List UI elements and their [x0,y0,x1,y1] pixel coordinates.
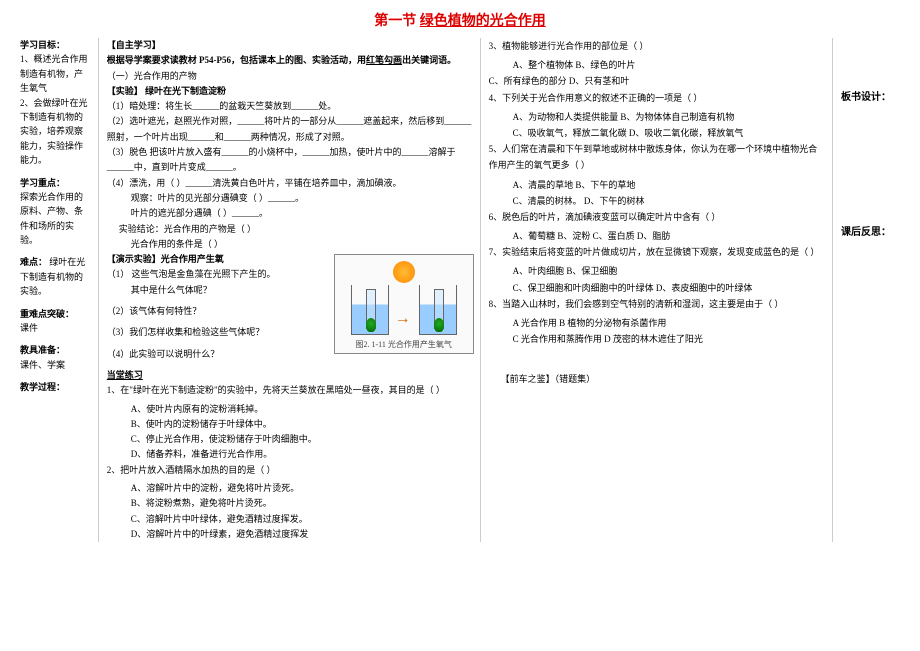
aquatic-plant-left [366,318,376,332]
q8-options-cd: C 光合作用和蒸腾作用 D 茂密的林木遮住了阳光 [489,331,826,347]
teacher-notes: 板书设计： 课后反思： [841,38,900,542]
question-4: 4、下列关于光合作用意义的叙述不正确的一项是（ ） [489,90,826,106]
p1-option-b: B、使叶内的淀粉储存于叶绿体中。 [131,417,474,432]
question-6: 6、脱色后的叶片，滴加碘液变蓝可以确定叶片中含有（ ） [489,209,826,225]
title-main: 绿色植物的光合作用 [420,14,546,29]
p1-option-a: A、使叶片内原有的淀粉消耗掉。 [131,402,474,417]
step-4c: 叶片的遮光部分遇碘（ ）______。 [107,206,474,221]
practice-q2: 2、把叶片放入酒精隔水加热的目的是（ ） [107,463,474,478]
beaker-left [351,285,389,335]
step-4b: 观察：叶片的见光部分遇碘变（ ）______。 [107,191,474,206]
sidebar-objectives: 学习目标： 1、概述光合作用制造有机物，产生氧气 2、会做绿叶在光下制造有机物的… [20,38,99,542]
p2-option-b: B、将淀粉煮熟，避免将叶片烫死。 [131,496,474,511]
q3-options-cd: C、所有绿色的部分 D、只有茎和叶 [489,73,826,89]
step-4a: （4）漂洗，用（ ）______清洗黄白色叶片，平铺在培养皿中，滴加碘液。 [107,176,474,191]
main-content: 【自主学习】 根据导学案要求读教材 P54-P56，包括课本上的图、实验活动，用… [107,38,481,542]
p1-option-d: D、储备养料，准备进行光合作用。 [131,447,474,462]
q5-options-cd: C、清晨的树林。 D、下午的树林 [489,193,826,209]
q7-options-ab: A、叶肉细胞 B、保卫细胞 [489,263,826,279]
step-2: （2）选叶遮光，赵照光作对照，______将叶片的一部分从______遮盖起来，… [107,114,474,145]
conclusion-b: 光合作用的条件是（ ） [107,237,474,252]
objective-1: 1、概述光合作用制造有机物，产生氧气 [20,52,92,95]
aquatic-plant-right [434,318,444,332]
breakthrough-heading: 重难点突破： [20,307,92,321]
arrow-icon: → [395,305,411,332]
question-5: 5、人们常在清晨和下午到草地或树林中散炼身体，你认为在哪一个环境中植物光合作用产… [489,141,826,173]
breakthrough-text: 课件 [20,321,92,335]
p1-option-c: C、停止光合作用，使淀粉储存于叶肉细胞中。 [131,432,474,447]
prep-heading: 教具准备： [20,343,92,357]
sun-icon [393,261,415,283]
reflection-heading: 课后反思： [841,223,900,238]
process-heading: 教学过程： [20,380,92,394]
step-1: （1）暗处理：将生长______的盆栽天竺葵放到______处。 [107,99,474,114]
question-8: 8、当踏入山林时，我们会感到空气特别的清新和湿润，这主要是由于（ ） [489,296,826,312]
question-3: 3、植物能够进行光合作用的部位是（ ） [489,38,826,54]
difficulty-heading: 难点： [20,257,47,267]
content-columns: 学习目标： 1、概述光合作用制造有机物，产生氧气 2、会做绿叶在光下制造有机物的… [20,38,900,542]
practice-heading: 当堂练习 [107,368,474,383]
q6-options: A、葡萄糖 B、淀粉 C、蛋白质 D、脂肪 [489,228,826,244]
conclusion-a: 实验结论：光合作用的产物是（ ） [107,222,474,237]
p2-option-c: C、溶解叶片中叶绿体，避免酒精过度挥发。 [131,512,474,527]
q5-options-ab: A、清晨的草地 B、下午的草地 [489,177,826,193]
q8-options-ab: A 光合作用 B 植物的分泌物有杀菌作用 [489,315,826,331]
experiment-heading: 【实验】 绿叶在光下制造淀粉 [107,84,474,99]
q7-options-cd: C、保卫细胞和叶肉细胞中的叶绿体 D、表皮细胞中的叶绿体 [489,280,826,296]
practice-q1: 1、在"绿叶在光下制造淀粉"的实验中，先将天兰葵放在黑暗处一昼夜，其目的是（ ） [107,383,474,398]
beaker-right [419,285,457,335]
oxygen-experiment-diagram: → 图2. 1-11 光合作用产生氧气 [334,254,474,354]
focus-heading: 学习重点： [20,176,92,190]
board-design-heading: 板书设计： [841,88,900,103]
self-study-heading: 【自主学习】 [107,38,474,53]
q3-options-ab: A、整个植物体 B、绿色的叶片 [489,57,826,73]
worksheet-page: 第一节 绿色植物的光合作用 学习目标： 1、概述光合作用制造有机物，产生氧气 2… [0,0,920,651]
focus-text: 探索光合作用的原料、产物、条件和场所的实验。 [20,190,92,248]
prep-text: 课件、学案 [20,358,92,372]
p2-option-a: A、溶解叶片中的淀粉，避免将叶片烫死。 [131,481,474,496]
objective-2: 2、会做绿叶在光下制造有机物的实验，培养观察能力，实验操作能力。 [20,96,92,168]
diagram-caption: 图2. 1-11 光合作用产生氧气 [335,338,473,352]
page-title: 第一节 绿色植物的光合作用 [20,10,900,30]
right-questions: 3、植物能够进行光合作用的部位是（ ） A、整个植物体 B、绿色的叶片 C、所有… [489,38,833,542]
self-study-instruction: 根据导学案要求读教材 P54-P56，包括课本上的图、实验活动，用红笔勾画出关键… [107,53,474,68]
question-7: 7、实验结束后将变蓝的叶片做成切片，放在显微镜下观察，发现变成蓝色的是（ ） [489,244,826,260]
title-prefix: 第一节 [374,14,416,29]
error-collection-heading: 【前车之鉴】（错题集） [489,371,826,387]
section-1-heading: （一）光合作用的产物 [107,69,474,84]
objectives-heading: 学习目标： [20,38,92,52]
step-3: （3）脱色 把该叶片放入盛有______的小烧杯中，______加热，使叶片中的… [107,145,474,176]
q4-options-ab: A、为动物和人类提供能量 B、为物体体自己制造有机物 [489,109,826,125]
q4-options-cd: C、吸收氧气，释放二氧化碳 D、吸收二氧化碳，释放氧气 [489,125,826,141]
p2-option-d: D、溶解叶片中的叶绿素，避免酒精过度挥发 [131,527,474,542]
